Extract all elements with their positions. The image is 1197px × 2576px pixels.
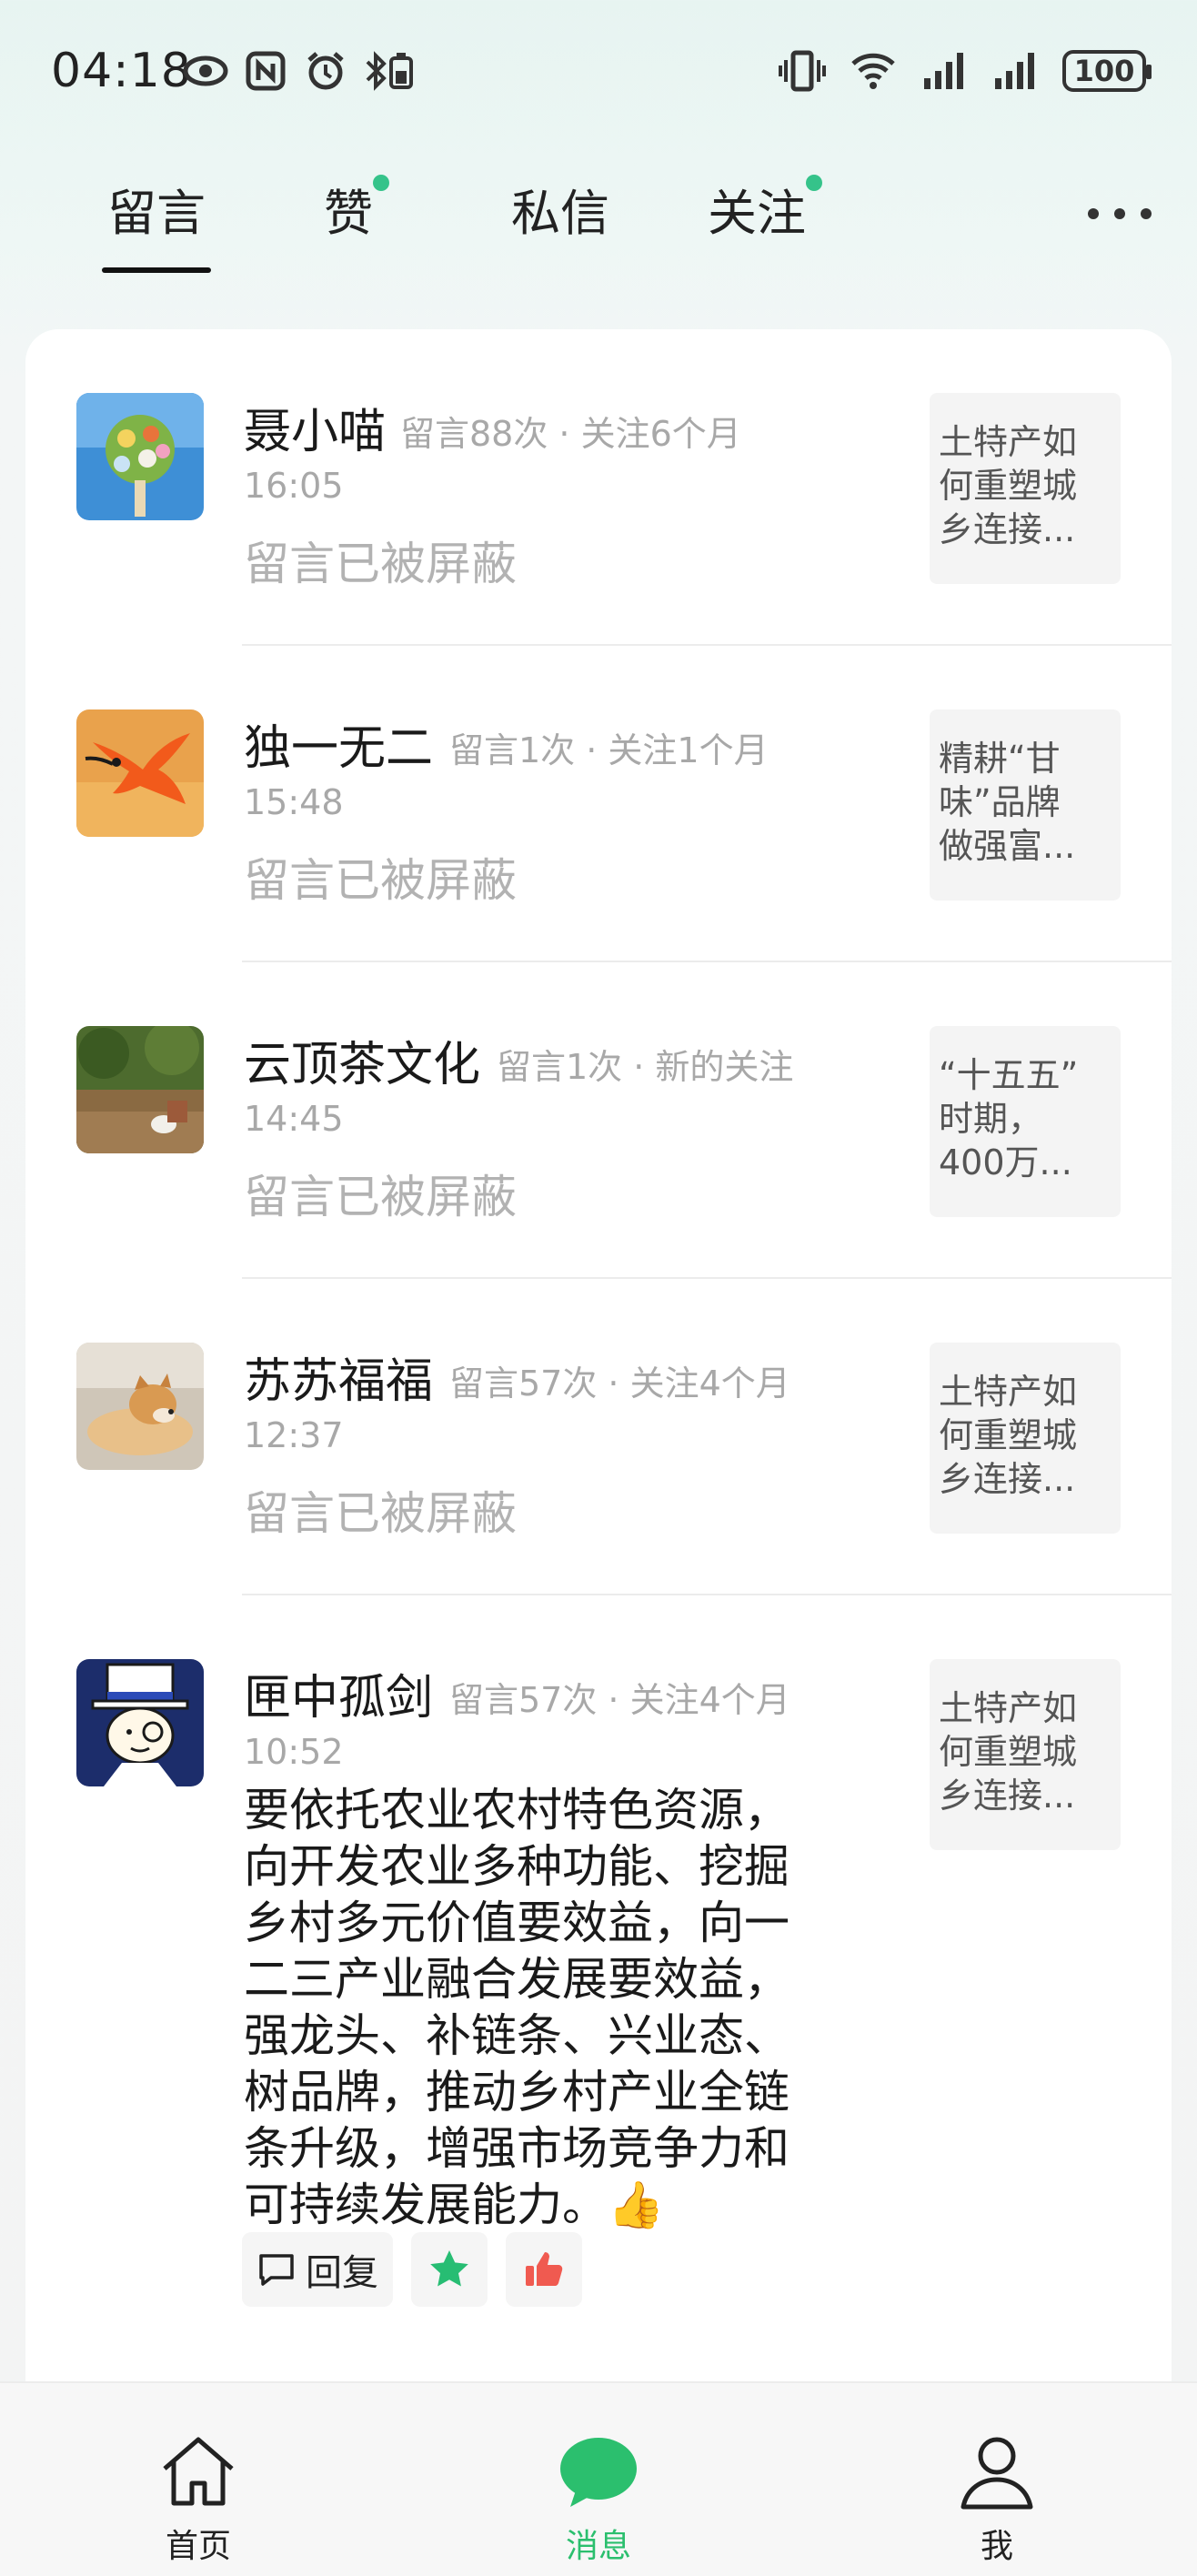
tab-likes[interactable]: 赞	[324, 173, 389, 245]
comment-time: 10:52	[244, 1732, 344, 1772]
comment-text: 留言已被屏蔽	[244, 538, 517, 590]
bluetooth-battery-icon	[366, 51, 413, 91]
chat-bubble-icon	[560, 2438, 637, 2507]
comment-actions: 回复	[242, 2232, 582, 2307]
commenter-meta: 留言1次 · 新的关注	[497, 1047, 794, 1087]
article-thumbnail[interactable]: 土特产如 何重塑城 乡连接...	[930, 1659, 1121, 1850]
comment-time: 16:05	[244, 466, 344, 506]
comment-time: 12:37	[244, 1415, 344, 1455]
flower-bouquet-avatar[interactable]	[76, 393, 204, 520]
message-tabs: 留言 赞 私信 关注	[0, 155, 1197, 282]
like-comment-button[interactable]	[506, 2232, 582, 2307]
comment-list: 聂小喵 留言88次 · 关注6个月 16:05 留言已被屏蔽 土特产如 何重塑城…	[25, 329, 1172, 2421]
comment-text: 要依托农业农村特色资源， 向开发农业多种功能、挖掘 乡村多元价值要效益，向一 二…	[244, 1784, 790, 2231]
battery-level: 100	[1073, 54, 1135, 88]
new-dot-badge	[373, 175, 389, 191]
shiba-dog-avatar[interactable]	[76, 1343, 204, 1470]
article-thumbnail[interactable]: “十五五” 时期， 400万...	[930, 1026, 1121, 1217]
nfc-icon	[246, 51, 286, 91]
comment-item[interactable]: 独一无二 留言1次 · 关注1个月 15:48 留言已被屏蔽 精耕“甘 味”品牌…	[25, 646, 1172, 962]
commenter-name[interactable]: 匣中孤剑	[244, 1659, 433, 1727]
status-left-icons	[182, 47, 417, 95]
comment-item[interactable]: 云顶茶文化 留言1次 · 新的关注 14:45 留言已被屏蔽 “十五五” 时期，…	[25, 962, 1172, 1279]
home-icon	[163, 2437, 234, 2506]
commenter-meta: 留言88次 · 关注6个月	[400, 414, 741, 454]
article-thumbnail[interactable]: 精耕“甘 味”品牌 做强富...	[930, 709, 1121, 901]
commenter-name[interactable]: 聂小喵	[244, 393, 386, 461]
status-bar: 04:18 100	[0, 0, 1197, 146]
comment-time: 14:45	[244, 1099, 344, 1139]
commenter-meta: 留言57次 · 关注4个月	[449, 1363, 790, 1404]
comment-icon	[259, 2254, 294, 2286]
tea-garden-avatar[interactable]	[76, 1026, 204, 1153]
more-options-icon[interactable]	[1088, 182, 1152, 246]
thumbs-up-icon	[526, 2252, 563, 2286]
comment-time: 15:48	[244, 782, 344, 822]
new-dot-badge	[806, 175, 822, 191]
tab-private-messages[interactable]: 私信	[511, 173, 609, 245]
reply-label: 回复	[306, 2252, 378, 2294]
comment-text: 留言已被屏蔽	[244, 1171, 517, 1223]
commenter-name[interactable]: 云顶茶文化	[244, 1026, 480, 1094]
tab-follows[interactable]: 关注	[708, 173, 822, 245]
nav-label: 我	[980, 2528, 1013, 2565]
comment-text: 留言已被屏蔽	[244, 1487, 517, 1540]
star-icon	[430, 2250, 468, 2287]
comment-text: 留言已被屏蔽	[244, 854, 517, 907]
signal-icon	[995, 53, 1034, 89]
comment-item[interactable]: 聂小喵 留言88次 · 关注6个月 16:05 留言已被屏蔽 土特产如 何重塑城…	[25, 329, 1172, 646]
reply-button[interactable]: 回复	[242, 2232, 393, 2307]
signal-icon	[924, 53, 963, 89]
article-thumbnail[interactable]: 土特产如 何重塑城 乡连接...	[930, 393, 1121, 584]
commenter-meta: 留言1次 · 关注1个月	[449, 730, 769, 770]
comment-item[interactable]: 苏苏福福 留言57次 · 关注4个月 12:37 留言已被屏蔽 土特产如 何重塑…	[25, 1279, 1172, 1595]
comment-item[interactable]: 匣中孤剑 留言57次 · 关注4个月 10:52 要依托农业农村特色资源， 向开…	[25, 1595, 1172, 2421]
bottom-nav: 首页 消息 我	[0, 2381, 1197, 2576]
nav-label: 消息	[565, 2528, 631, 2565]
commenter-meta: 留言57次 · 关注4个月	[449, 1680, 790, 1720]
nav-home[interactable]: 首页	[107, 2383, 289, 2576]
profile-icon	[961, 2437, 1033, 2510]
status-time: 04:18	[51, 44, 192, 98]
wifi-icon	[851, 53, 895, 89]
commenter-name[interactable]: 苏苏福福	[244, 1343, 433, 1411]
eye-icon	[183, 55, 228, 86]
nav-label: 首页	[165, 2528, 231, 2565]
nav-profile[interactable]: 我	[906, 2383, 1088, 2576]
battery-icon: 100	[1062, 50, 1152, 92]
commenter-name[interactable]: 独一无二	[244, 709, 433, 778]
tab-comments[interactable]: 留言	[102, 173, 211, 273]
cartoon-detective-avatar[interactable]	[76, 1659, 204, 1786]
feature-comment-button[interactable]	[411, 2232, 488, 2307]
status-right-icons: 100	[779, 47, 1152, 95]
red-bird-avatar[interactable]	[76, 709, 204, 837]
article-thumbnail[interactable]: 土特产如 何重塑城 乡连接...	[930, 1343, 1121, 1534]
nav-messages[interactable]: 消息	[508, 2383, 689, 2576]
alarm-icon	[307, 52, 344, 90]
vibrate-icon	[779, 50, 826, 92]
